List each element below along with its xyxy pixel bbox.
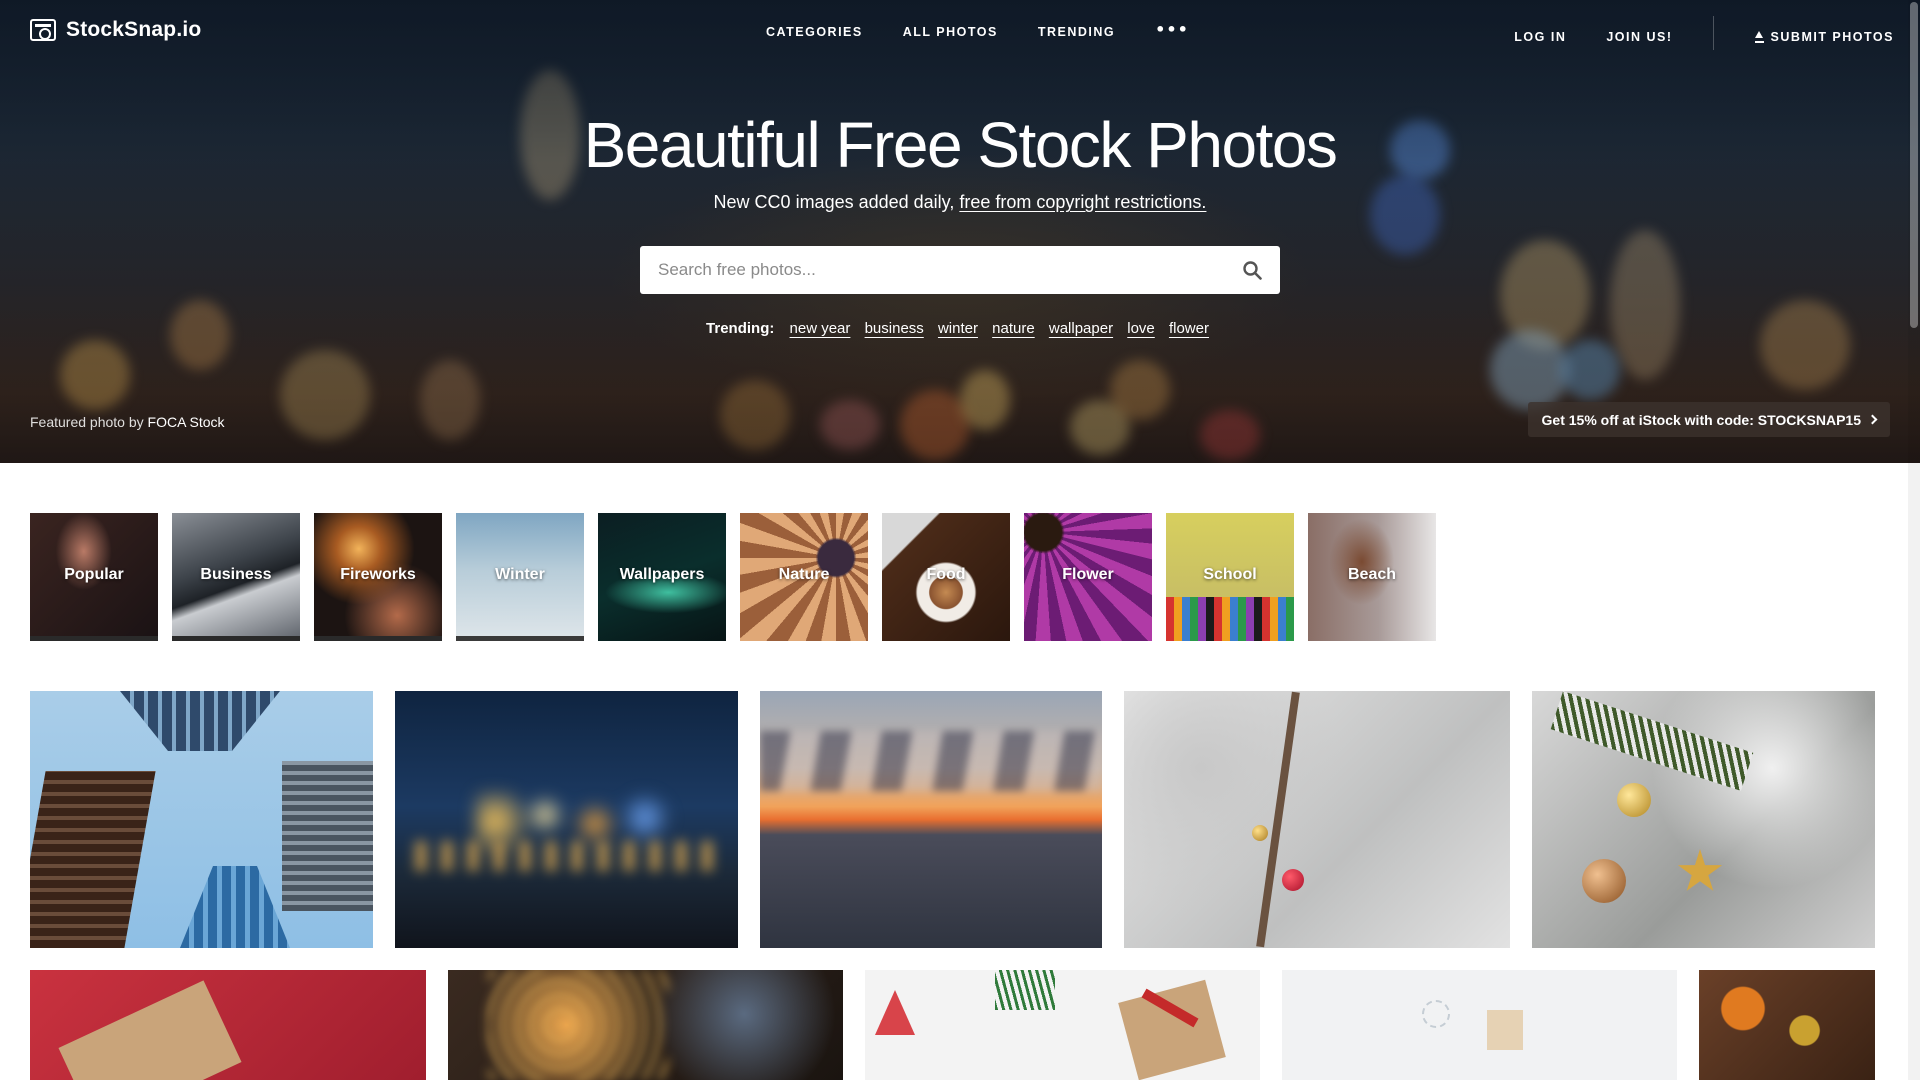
trending-tag[interactable]: winter	[938, 320, 978, 337]
istock-promo-button[interactable]: Get 15% off at iStock with code: STOCKSN…	[1527, 402, 1890, 437]
category-underline	[172, 636, 300, 641]
ornament-gold	[1252, 825, 1268, 841]
category-fireworks[interactable]: Fireworks	[314, 513, 442, 641]
nav-center: CATEGORIES ALL PHOTOS TRENDING •••	[766, 20, 1189, 39]
tree-trunk	[1256, 691, 1300, 948]
category-label: Wallpapers	[619, 566, 705, 583]
category-nature[interactable]: Nature	[740, 513, 868, 641]
nav-categories[interactable]: CATEGORIES	[766, 25, 863, 39]
join-link[interactable]: JOIN US!	[1606, 30, 1672, 44]
category-wallpapers[interactable]: Wallpapers	[598, 513, 726, 641]
search-box	[640, 246, 1280, 294]
category-underline	[456, 636, 584, 641]
submit-photos-label: SUBMIT PHOTOS	[1770, 30, 1894, 44]
hero-subtitle-text: New CC0 images added daily,	[713, 192, 955, 212]
ornament-star	[1677, 849, 1723, 891]
credit-prefix: Featured photo by	[30, 414, 144, 430]
nav-divider	[1712, 16, 1714, 50]
logo[interactable]: StockSnap.io	[30, 18, 201, 42]
trending-tag[interactable]: flower	[1169, 320, 1209, 337]
logo-text: StockSnap.io	[66, 18, 202, 41]
trending-tag[interactable]: new year	[790, 320, 851, 337]
photo-card[interactable]	[1124, 691, 1510, 948]
ornament-tree-shape	[875, 990, 915, 1035]
photo-card[interactable]	[1699, 970, 1875, 1080]
login-link[interactable]: LOG IN	[1514, 30, 1566, 44]
snowflake-ornament	[1422, 1000, 1450, 1028]
photo-card[interactable]	[865, 970, 1260, 1080]
trending-label: Trending:	[706, 320, 775, 337]
building-right	[282, 761, 373, 911]
chevron-right-icon	[1867, 414, 1878, 425]
cloud-layer	[760, 731, 1102, 791]
photo-bokeh	[488, 970, 668, 1080]
more-icon[interactable]: •••	[1155, 20, 1189, 39]
scrollbar-thumb[interactable]	[1910, 2, 1918, 328]
category-label: Nature	[778, 566, 830, 583]
building-bottom	[180, 866, 290, 948]
hero-shade	[0, 0, 1920, 463]
nav-trending[interactable]: TRENDING	[1038, 25, 1115, 39]
trending-tag[interactable]: wallpaper	[1049, 320, 1113, 337]
photo-credit: Featured photo by FOCA Stock	[30, 414, 225, 430]
hero-subtitle: New CC0 images added daily, free from co…	[0, 192, 1920, 213]
photo-card[interactable]	[1282, 970, 1677, 1080]
nav-all-photos[interactable]: ALL PHOTOS	[903, 25, 998, 39]
category-row: Popular Business Fireworks Winter Wallpa…	[30, 513, 1436, 641]
building-top	[120, 691, 280, 751]
nav-right: LOG IN JOIN US! SUBMIT PHOTOS	[1514, 16, 1894, 50]
category-label: School	[1203, 566, 1257, 583]
photo-bokeh	[415, 841, 725, 871]
category-winter[interactable]: Winter	[456, 513, 584, 641]
copyright-link[interactable]: free from copyright restrictions.	[959, 192, 1206, 212]
ornament-bronze	[1582, 859, 1626, 903]
gift-box	[58, 980, 242, 1080]
trending-tag[interactable]: love	[1127, 320, 1155, 337]
trending-tag[interactable]: nature	[992, 320, 1035, 337]
photo-card[interactable]	[30, 970, 426, 1080]
scrollbar[interactable]	[1908, 0, 1920, 1080]
upload-icon	[1754, 31, 1765, 43]
hero-banner: StockSnap.io CATEGORIES ALL PHOTOS TREND…	[0, 0, 1920, 463]
gift-box-small	[1487, 1010, 1523, 1050]
gift-box	[1118, 979, 1226, 1080]
photo-card[interactable]	[448, 970, 843, 1080]
pine-sprig	[995, 970, 1055, 1010]
category-popular[interactable]: Popular	[30, 513, 158, 641]
category-beach[interactable]: Beach	[1308, 513, 1436, 641]
category-label: Popular	[64, 566, 124, 583]
building-left	[30, 771, 156, 948]
photo-card[interactable]	[395, 691, 738, 948]
ornament-red	[1282, 869, 1304, 891]
category-underline	[314, 636, 442, 641]
camera-icon	[30, 19, 56, 41]
category-label: Winter	[495, 566, 545, 583]
category-underline	[30, 636, 158, 641]
category-label: Food	[926, 566, 966, 583]
top-nav: StockSnap.io CATEGORIES ALL PHOTOS TREND…	[0, 0, 1920, 64]
category-label: Fireworks	[340, 566, 416, 583]
trending-tags: Trending: new year business winter natur…	[0, 320, 1920, 337]
promo-text: Get 15% off at iStock with code: STOCKSN…	[1541, 411, 1861, 428]
category-school[interactable]: School	[1166, 513, 1294, 641]
category-business[interactable]: Business	[172, 513, 300, 641]
photo-card[interactable]	[760, 691, 1102, 948]
search-input[interactable]	[658, 246, 1218, 294]
submit-photos-button[interactable]: SUBMIT PHOTOS	[1754, 30, 1894, 44]
trending-tag[interactable]: business	[865, 320, 924, 337]
pencils-illustration	[1166, 597, 1294, 641]
hero-title: Beautiful Free Stock Photos	[583, 109, 1338, 181]
ornament-gold	[1617, 783, 1651, 817]
pine-branch	[1550, 691, 1754, 791]
category-label: Flower	[1062, 566, 1114, 583]
category-food[interactable]: Food	[882, 513, 1010, 641]
category-label: Business	[200, 566, 272, 583]
search-icon[interactable]	[1242, 260, 1262, 280]
category-label: Beach	[1347, 566, 1397, 583]
credit-author-link[interactable]: FOCA Stock	[148, 414, 225, 430]
photo-card[interactable]	[30, 691, 373, 948]
category-flower[interactable]: Flower	[1024, 513, 1152, 641]
photo-card[interactable]	[1532, 691, 1875, 948]
